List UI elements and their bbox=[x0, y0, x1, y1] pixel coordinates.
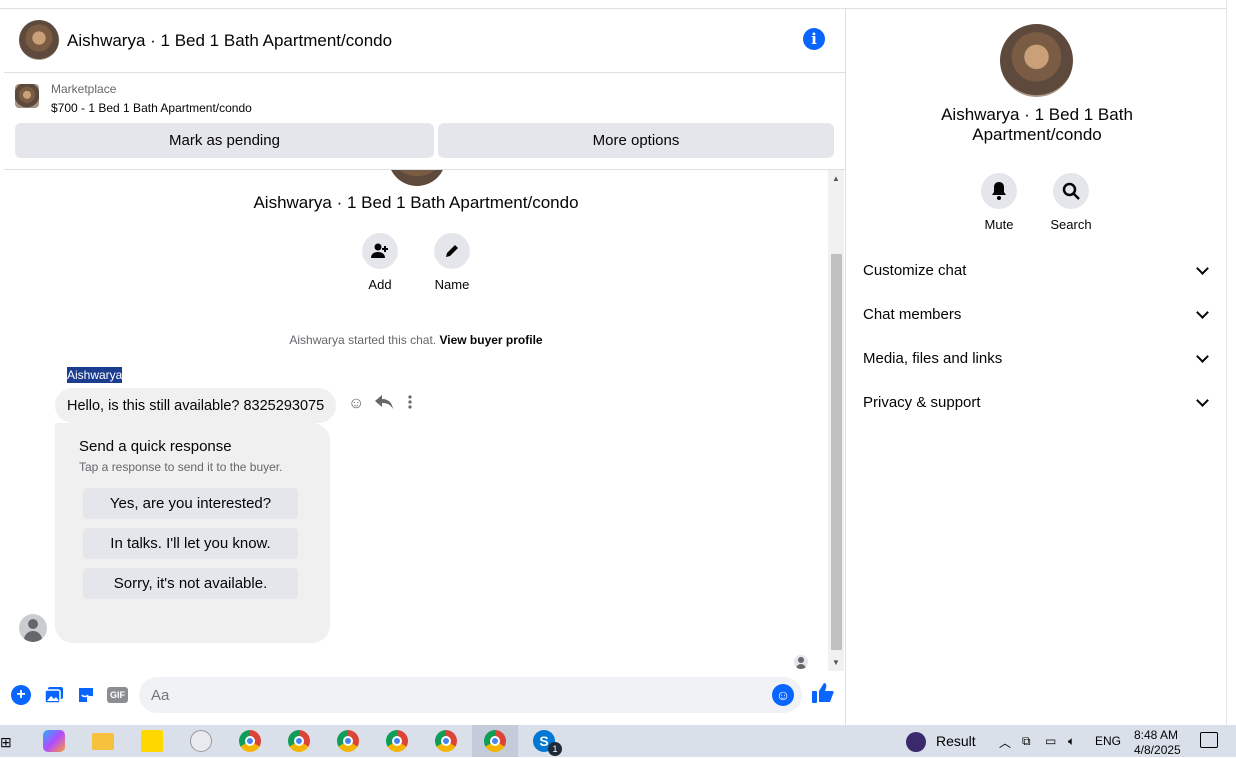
more-vertical-icon[interactable] bbox=[408, 395, 412, 414]
chevron-down-icon bbox=[1196, 349, 1209, 363]
scroll-thumb[interactable] bbox=[831, 254, 842, 650]
more-options-button[interactable]: More options bbox=[438, 123, 834, 158]
result-label[interactable]: Result bbox=[936, 733, 976, 749]
chrome-profile-icon[interactable] bbox=[386, 730, 408, 752]
quick-response-option[interactable]: In talks. I'll let you know. bbox=[83, 528, 298, 559]
browser-top-strip bbox=[0, 0, 1236, 9]
search-icon bbox=[1053, 173, 1089, 209]
seen-indicator-avatar bbox=[794, 655, 808, 669]
scroll-up-arrow-icon[interactable]: ▲ bbox=[832, 174, 840, 183]
quick-response-card: Send a quick response Tap a response to … bbox=[55, 423, 330, 643]
listing-title[interactable]: $700 - 1 Bed 1 Bath Apartment/condo bbox=[51, 101, 252, 115]
chevron-down-icon bbox=[1196, 305, 1209, 319]
message-bubble[interactable]: Hello, is this still available? 83252930… bbox=[55, 388, 337, 423]
sender-name: Aishwarya bbox=[67, 367, 123, 383]
chevron-down-icon bbox=[1196, 393, 1209, 407]
add-label: Add bbox=[368, 277, 392, 292]
result-widget-icon[interactable] bbox=[906, 732, 926, 752]
section-media-files-links[interactable]: Media, files and links bbox=[863, 348, 1211, 368]
chat-pane: Aishwarya · 1 Bed 1 Bath Apartment/condo… bbox=[4, 9, 846, 725]
search-label: Search bbox=[1050, 217, 1092, 232]
section-privacy-support[interactable]: Privacy & support bbox=[863, 392, 1211, 412]
pencil-icon bbox=[434, 233, 470, 269]
scroll-down-arrow-icon[interactable]: ▼ bbox=[832, 658, 840, 667]
quick-response-option[interactable]: Yes, are you interested? bbox=[83, 488, 298, 519]
section-label: Media, files and links bbox=[863, 349, 1003, 367]
chat-avatar[interactable] bbox=[19, 20, 59, 60]
quick-response-option[interactable]: Sorry, it's not available. bbox=[83, 568, 298, 599]
notification-center-icon[interactable] bbox=[1200, 732, 1218, 748]
sidebar-avatar[interactable] bbox=[1000, 24, 1073, 97]
mute-label: Mute bbox=[984, 217, 1014, 232]
chat-title[interactable]: Aishwarya · 1 Bed 1 Bath Apartment/condo bbox=[67, 31, 392, 51]
view-buyer-profile-link[interactable]: View buyer profile bbox=[439, 333, 542, 347]
sticker-icon[interactable] bbox=[76, 685, 96, 705]
listing-thumbnail[interactable] bbox=[15, 84, 39, 108]
section-label: Chat members bbox=[863, 305, 962, 323]
network-icon[interactable]: ▭ bbox=[1045, 734, 1056, 748]
bell-icon bbox=[981, 173, 1017, 209]
copilot-icon[interactable] bbox=[43, 730, 65, 752]
language-indicator[interactable]: ENG bbox=[1095, 734, 1121, 748]
volume-icon[interactable]: 🔈︎ bbox=[1068, 734, 1075, 749]
message-input-wrapper: ☺ bbox=[139, 677, 802, 713]
section-customize-chat[interactable]: Customize chat bbox=[863, 260, 1211, 280]
mark-as-pending-button[interactable]: Mark as pending bbox=[15, 123, 434, 158]
plus-icon[interactable]: + bbox=[11, 685, 31, 705]
info-icon[interactable]: i bbox=[803, 28, 825, 50]
clock-time: 8:48 AM bbox=[1134, 728, 1179, 742]
chat-header: Aishwarya · 1 Bed 1 Bath Apartment/condo… bbox=[4, 9, 846, 73]
thread-avatar bbox=[388, 170, 446, 186]
sender-avatar[interactable] bbox=[19, 614, 47, 642]
chevron-down-icon bbox=[1196, 261, 1209, 275]
chat-details-sidebar: Aishwarya · 1 Bed 1 Bath Apartment/condo… bbox=[847, 9, 1226, 725]
gif-icon[interactable]: GIF bbox=[107, 687, 128, 703]
marketplace-banner: Marketplace $700 - 1 Bed 1 Bath Apartmen… bbox=[4, 74, 846, 170]
name-label: Name bbox=[434, 277, 470, 292]
snipping-tool-icon[interactable] bbox=[190, 730, 212, 752]
add-people-button[interactable]: Add bbox=[350, 233, 410, 292]
chrome-active-icon[interactable] bbox=[484, 730, 506, 752]
reply-icon[interactable] bbox=[375, 395, 393, 414]
chrome-profile-icon[interactable] bbox=[435, 730, 457, 752]
started-text: Aishwarya started this chat. bbox=[289, 333, 437, 347]
mute-button[interactable]: Mute bbox=[969, 173, 1029, 232]
thumbs-up-icon[interactable] bbox=[812, 683, 834, 709]
skype-badge: 1 bbox=[548, 742, 562, 756]
emoji-icon[interactable]: ☺ bbox=[772, 684, 794, 706]
marketplace-label: Marketplace bbox=[51, 82, 117, 96]
chrome-icon[interactable] bbox=[239, 730, 261, 752]
message-thread: Aishwarya · 1 Bed 1 Bath Apartment/condo… bbox=[4, 170, 846, 671]
chevron-up-icon[interactable]: ︿ bbox=[999, 734, 1011, 751]
chat-started-notice: Aishwarya started this chat. View buyer … bbox=[4, 333, 828, 347]
thread-scrollbar[interactable]: ▲ ▼ bbox=[828, 170, 844, 671]
thread-title: Aishwarya · 1 Bed 1 Bath Apartment/condo bbox=[253, 193, 579, 212]
message-input[interactable] bbox=[151, 685, 761, 705]
task-view-icon[interactable]: ⊞ bbox=[0, 734, 12, 751]
chrome-profile-icon[interactable] bbox=[288, 730, 310, 752]
sidebar-chat-name: Aishwarya · 1 Bed 1 Bath Apartment/condo bbox=[941, 105, 1133, 144]
photo-icon[interactable] bbox=[44, 685, 64, 705]
windows-taskbar: ⊞ S 1 Result ︿ ⧉ ▭ 🔈︎ ENG 8:48 AM 4/8/20… bbox=[0, 725, 1236, 757]
name-chat-button[interactable]: Name bbox=[422, 233, 482, 292]
window-edge bbox=[1226, 0, 1236, 725]
sticky-notes-icon[interactable] bbox=[141, 730, 163, 752]
quick-response-subtitle: Tap a response to send it to the buyer. bbox=[79, 460, 283, 474]
chrome-profile-icon[interactable] bbox=[337, 730, 359, 752]
search-in-chat-button[interactable]: Search bbox=[1041, 173, 1101, 232]
section-label: Customize chat bbox=[863, 261, 967, 279]
react-emoji-icon[interactable]: ☺ bbox=[348, 395, 364, 413]
section-chat-members[interactable]: Chat members bbox=[863, 304, 1211, 324]
file-explorer-icon[interactable] bbox=[92, 733, 114, 750]
message-composer: + GIF ☺ bbox=[4, 675, 846, 715]
add-person-icon bbox=[362, 233, 398, 269]
section-label: Privacy & support bbox=[863, 393, 981, 411]
clock-date: 4/8/2025 bbox=[1134, 743, 1181, 757]
system-clock[interactable]: 8:48 AM 4/8/2025 bbox=[1134, 728, 1181, 758]
teams-icon[interactable]: ⧉ bbox=[1022, 734, 1031, 749]
quick-response-title: Send a quick response bbox=[79, 438, 232, 455]
